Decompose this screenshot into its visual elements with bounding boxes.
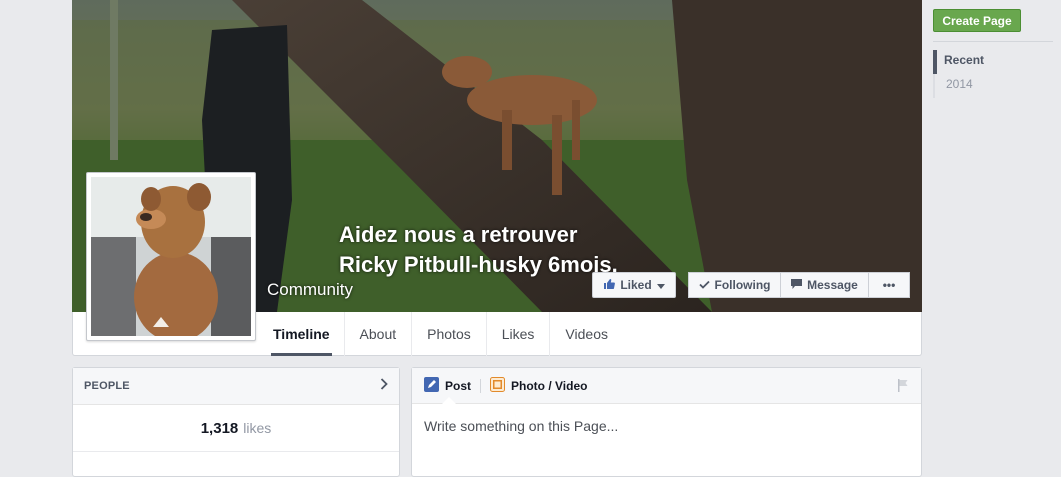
page-name[interactable]: Aidez nous a retrouver Ricky Pitbull-hus…	[339, 220, 618, 280]
tab-timeline[interactable]: Timeline	[259, 312, 345, 356]
sidebar-divider	[933, 41, 1053, 42]
liked-button[interactable]: Liked	[592, 272, 676, 298]
tab-videos[interactable]: Videos	[550, 312, 623, 356]
tab-likes[interactable]: Likes	[487, 312, 551, 356]
flag-icon[interactable]	[897, 379, 909, 397]
page-actions-group: Following Message •••	[688, 272, 910, 298]
profile-picture[interactable]	[86, 172, 256, 341]
people-heading: PEOPLE	[84, 380, 130, 392]
scrubber-item-recent[interactable]: Recent	[933, 50, 984, 74]
tab-photos[interactable]: Photos	[412, 312, 487, 356]
message-label: Message	[807, 278, 858, 292]
scrubber-item-2014[interactable]: 2014	[933, 74, 984, 98]
likes-count: 1,318	[200, 419, 239, 437]
following-button[interactable]: Following	[688, 272, 781, 298]
page-category[interactable]: Community	[267, 280, 353, 300]
people-box: PEOPLE 1,318 likes	[72, 367, 400, 477]
following-label: Following	[714, 278, 771, 292]
likes-summary: 1,318 likes	[73, 405, 399, 452]
checkmark-icon	[698, 278, 710, 292]
page-name-line1: Aidez nous a retrouver	[339, 222, 578, 247]
photo-icon	[490, 376, 506, 395]
page-name-line2: Ricky Pitbull-husky 6mois.	[339, 252, 618, 277]
message-button[interactable]: Message	[781, 272, 869, 298]
people-header[interactable]: PEOPLE	[73, 368, 399, 405]
photo-video-tab[interactable]: Photo / Video	[490, 368, 587, 403]
thumbs-up-icon	[603, 278, 616, 293]
pencil-icon	[424, 376, 439, 395]
more-label: •••	[882, 278, 896, 292]
message-icon	[791, 278, 803, 292]
liked-label: Liked	[620, 278, 652, 292]
post-tab[interactable]: Post	[424, 368, 472, 404]
post-tab-label: Post	[445, 378, 472, 393]
post-composer: Post Photo / Video Write something on th…	[411, 367, 922, 477]
composer-tab-divider	[480, 378, 482, 393]
page-tabs: Timeline About Photos Likes Videos	[259, 312, 623, 356]
composer-tabs: Post Photo / Video	[412, 368, 921, 404]
create-page-button[interactable]: Create Page	[933, 9, 1021, 32]
caret-down-icon	[656, 278, 665, 292]
tab-about[interactable]: About	[345, 312, 413, 356]
more-options-button[interactable]: •••	[869, 272, 910, 298]
chevron-right-icon[interactable]	[380, 377, 388, 395]
composer-text-input[interactable]: Write something on this Page...	[424, 418, 618, 434]
likes-label: likes	[243, 420, 272, 436]
profile-picture-image	[91, 177, 251, 336]
timeline-scrubber: Recent 2014	[933, 50, 984, 98]
photo-video-tab-label: Photo / Video	[511, 378, 588, 393]
